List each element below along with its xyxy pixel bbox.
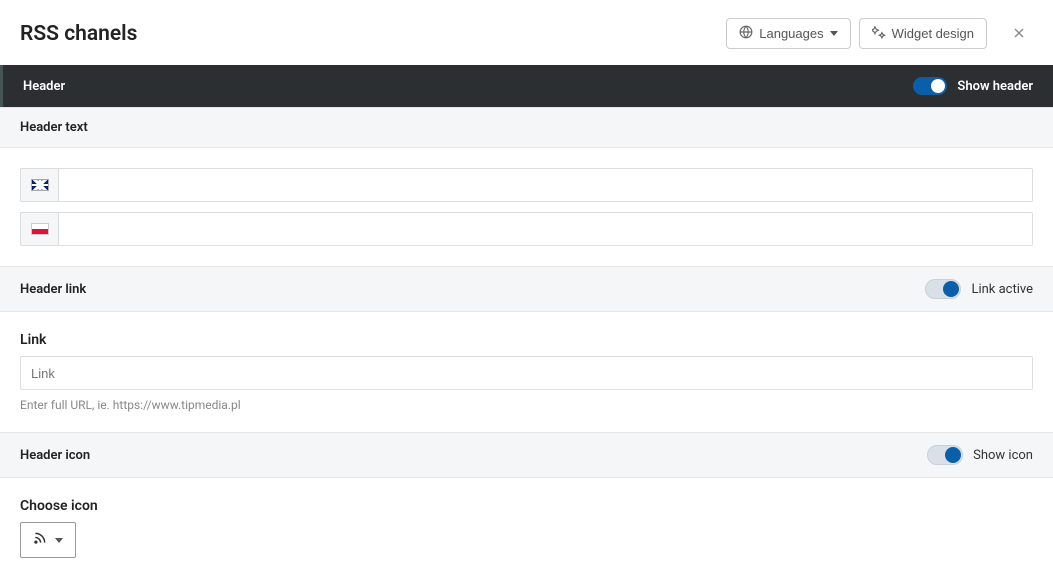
header-text-body [0, 148, 1053, 266]
show-icon-toggle[interactable] [927, 445, 963, 465]
header-text-pl-row [20, 212, 1033, 246]
link-input[interactable] [20, 356, 1033, 390]
header-text-en-row [20, 168, 1033, 202]
flag-pl-icon [20, 212, 58, 246]
link-active-wrap: Link active [925, 279, 1033, 299]
header-text-label: Header text [20, 120, 88, 135]
close-icon [1011, 22, 1027, 46]
header-text-en-input[interactable] [58, 168, 1033, 202]
magic-icon [872, 25, 886, 42]
header-text-pl-input[interactable] [58, 212, 1033, 246]
header-link-body: Link Enter full URL, ie. https://www.tip… [0, 312, 1053, 432]
header-text-section: Header text [0, 107, 1053, 148]
link-active-toggle[interactable] [925, 279, 961, 299]
top-actions: Languages Widget design [726, 18, 1033, 49]
globe-icon [739, 25, 753, 42]
header-section-bar: Header Show header [0, 65, 1053, 107]
show-header-toggle[interactable] [913, 77, 947, 95]
languages-button[interactable]: Languages [726, 18, 850, 49]
show-icon-wrap: Show icon [927, 445, 1033, 465]
header-icon-section: Header icon Show icon [0, 432, 1053, 478]
show-icon-label: Show icon [973, 448, 1033, 463]
icon-picker-button[interactable] [20, 522, 76, 558]
languages-label: Languages [759, 26, 823, 41]
link-active-label: Link active [971, 282, 1033, 297]
header-link-section: Header link Link active [0, 266, 1053, 312]
main-scroll[interactable]: RSS chanels Languages Widget design [0, 0, 1053, 582]
link-hint: Enter full URL, ie. https://www.tipmedia… [20, 398, 1033, 412]
choose-icon-label: Choose icon [20, 498, 1033, 514]
rss-icon [33, 531, 47, 549]
widget-design-label: Widget design [892, 26, 974, 41]
widget-design-button[interactable]: Widget design [859, 18, 987, 49]
chevron-down-icon [830, 31, 838, 36]
header-icon-label: Header icon [20, 448, 90, 463]
header-link-label: Header link [20, 282, 86, 297]
link-field-label: Link [20, 332, 1033, 348]
close-button[interactable] [1005, 20, 1033, 48]
show-header-label: Show header [957, 79, 1033, 94]
header-icon-body: Choose icon [0, 478, 1053, 578]
flag-en-icon [20, 168, 58, 202]
chevron-down-icon [55, 538, 63, 543]
page-title: RSS chanels [20, 22, 137, 46]
top-bar: RSS chanels Languages Widget design [0, 0, 1053, 65]
show-header-toggle-wrap: Show header [913, 77, 1033, 95]
header-section-label: Header [23, 79, 65, 94]
